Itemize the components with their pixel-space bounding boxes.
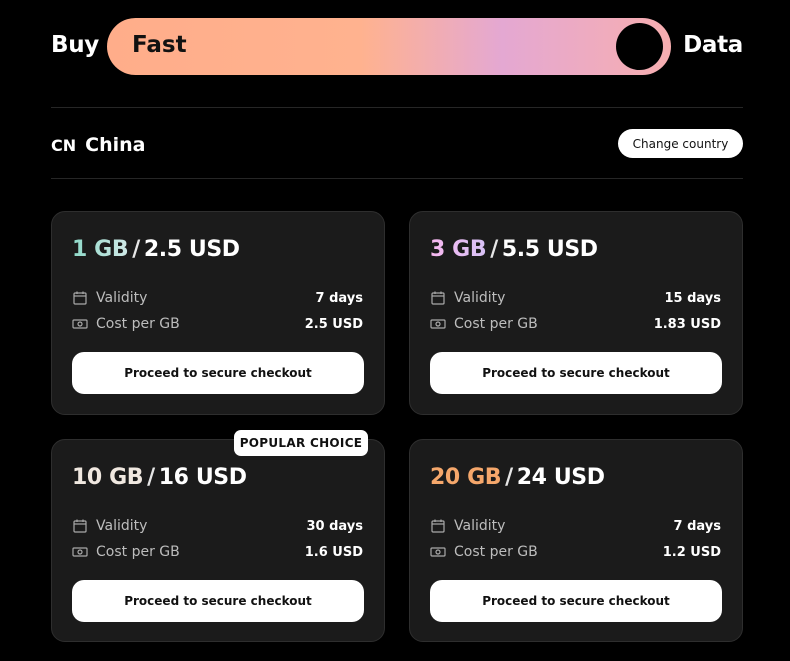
cost-row: Cost per GB 1.83 USD	[430, 314, 721, 334]
calendar-icon	[431, 519, 445, 533]
divider	[51, 107, 743, 108]
cost-row: Cost per GB 1.2 USD	[430, 542, 721, 562]
validity-row: Validity 30 days	[72, 516, 363, 536]
hero-buy-text: Buy	[51, 32, 99, 58]
plan-card-1gb: 1 GB/2.5 USD Validity 7 days Cost per GB…	[51, 211, 385, 415]
calendar-icon	[73, 291, 87, 305]
plan-price: 2.5 USD	[143, 237, 240, 262]
calendar-icon	[73, 519, 87, 533]
popular-choice-badge: POPULAR CHOICE	[234, 430, 368, 456]
plan-price: 24 USD	[516, 465, 605, 490]
validity-label: Validity	[96, 518, 148, 534]
cost-value: 1.83 USD	[653, 316, 721, 332]
cost-row: Cost per GB 2.5 USD	[72, 314, 363, 334]
checkout-button[interactable]: Proceed to secure checkout	[72, 352, 364, 394]
country-name: China	[85, 134, 146, 156]
cost-label: Cost per GB	[96, 544, 180, 560]
hero-toggle-pill[interactable]: Fast	[107, 18, 671, 75]
banknote-icon	[430, 547, 446, 557]
plan-price-heading: 10 GB/16 USD	[72, 465, 247, 490]
cost-value: 2.5 USD	[304, 316, 363, 332]
country-code: CN	[51, 135, 77, 155]
validity-label: Validity	[454, 290, 506, 306]
checkout-button[interactable]: Proceed to secure checkout	[72, 580, 364, 622]
calendar-icon	[431, 291, 445, 305]
hero-pill-text: Fast	[132, 32, 187, 58]
cost-row: Cost per GB 1.6 USD	[72, 542, 363, 562]
hero-data-text: Data	[683, 32, 743, 58]
change-country-button[interactable]: Change country	[618, 129, 743, 158]
plan-price-heading: 20 GB/24 USD	[430, 465, 605, 490]
cost-label: Cost per GB	[454, 316, 538, 332]
plan-card-10gb: 10 GB/16 USD Validity 30 days Cost per G…	[51, 439, 385, 642]
checkout-button[interactable]: Proceed to secure checkout	[430, 352, 722, 394]
toggle-knob[interactable]	[616, 23, 663, 70]
divider	[51, 178, 743, 179]
validity-label: Validity	[96, 290, 148, 306]
banknote-icon	[430, 319, 446, 329]
validity-row: Validity 7 days	[430, 516, 721, 536]
plan-card-3gb: 3 GB/5.5 USD Validity 15 days Cost per G…	[409, 211, 743, 415]
plan-price-heading: 1 GB/2.5 USD	[72, 237, 240, 262]
validity-value: 30 days	[306, 518, 363, 534]
plan-amount: 10 GB	[72, 465, 144, 490]
cost-value: 1.2 USD	[662, 544, 721, 560]
banknote-icon	[72, 319, 88, 329]
country-selector: CN China	[51, 130, 145, 160]
plan-price-heading: 3 GB/5.5 USD	[430, 237, 598, 262]
validity-label: Validity	[454, 518, 506, 534]
cost-label: Cost per GB	[96, 316, 180, 332]
cost-label: Cost per GB	[454, 544, 538, 560]
validity-row: Validity 15 days	[430, 288, 721, 308]
plan-card-20gb: 20 GB/24 USD Validity 7 days Cost per GB…	[409, 439, 743, 642]
banknote-icon	[72, 547, 88, 557]
validity-value: 15 days	[664, 290, 721, 306]
validity-row: Validity 7 days	[72, 288, 363, 308]
validity-value: 7 days	[315, 290, 363, 306]
cost-value: 1.6 USD	[304, 544, 363, 560]
plan-price: 16 USD	[158, 465, 247, 490]
plan-price: 5.5 USD	[501, 237, 598, 262]
plan-amount: 20 GB	[430, 465, 502, 490]
plan-amount: 3 GB	[430, 237, 487, 262]
validity-value: 7 days	[673, 518, 721, 534]
hero-banner: Buy Fast Data	[51, 18, 743, 75]
checkout-button[interactable]: Proceed to secure checkout	[430, 580, 722, 622]
plan-amount: 1 GB	[72, 237, 129, 262]
